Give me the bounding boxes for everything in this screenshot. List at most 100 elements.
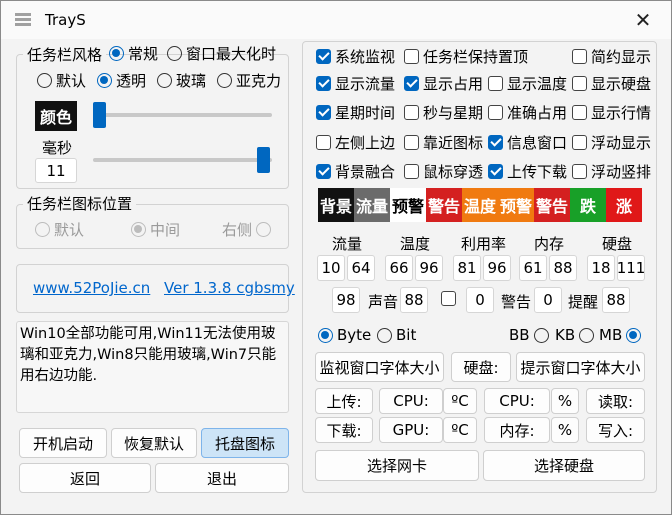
remind-label: 提醒	[568, 293, 599, 311]
exit-button[interactable]: 退出	[155, 463, 289, 493]
header-usage: 利用率	[461, 235, 507, 253]
unit-bb-radio[interactable]: BB	[509, 326, 549, 344]
temp-low-input[interactable]: 66	[385, 255, 413, 281]
unit-byte-radio[interactable]: Byte	[318, 326, 371, 344]
select-disk-button[interactable]: 选择硬盘	[483, 450, 645, 481]
color-fall[interactable]: 跌	[570, 188, 606, 222]
style-default-radio[interactable]: 默认	[37, 70, 86, 91]
color-rise[interactable]: 涨	[606, 188, 642, 222]
gpu-temp-label: GPU:	[379, 417, 443, 443]
disk-font-button[interactable]: 硬盘:	[451, 352, 511, 382]
icon-center-radio[interactable]: 中间	[131, 219, 180, 240]
upload-stat: 上传:	[315, 388, 373, 414]
memory-usage-unit: %	[551, 417, 579, 443]
option-float-display[interactable]: 浮动显示	[572, 132, 651, 153]
memory-low-input[interactable]: 61	[519, 255, 547, 281]
ms-slider-thumb[interactable]	[257, 147, 270, 173]
color-slider[interactable]	[93, 113, 272, 117]
traffic-low-input[interactable]: 10	[317, 255, 345, 281]
usage-high-input[interactable]: 96	[483, 255, 511, 281]
cpu-usage-unit: %	[551, 388, 579, 414]
color-alert-2[interactable]: 警告	[534, 188, 570, 222]
color-temperature[interactable]: 温度	[462, 188, 498, 222]
ms-label: 毫秒	[42, 139, 73, 157]
main-window: TrayS ✕ 任务栏风格 常规 窗口最大化时 默认 透明 玻璃 亚克力 颜色 …	[0, 0, 672, 515]
unit-kb-radio[interactable]: KB	[555, 326, 595, 344]
icon-default-radio[interactable]: 默认	[35, 219, 84, 240]
option-near-icon[interactable]: 靠近图标	[404, 132, 483, 153]
ms-input[interactable]: 11	[35, 158, 77, 183]
info-textarea[interactable]: Win10全部功能可用,Win11无法使用玻璃和亚克力,Win8只能用玻璃,Wi…	[16, 321, 289, 413]
close-icon[interactable]: ✕	[629, 7, 657, 33]
unit-mb-radio[interactable]: MB	[599, 326, 642, 344]
gpu-temp-unit: ºC	[443, 417, 477, 443]
option-mouse-through[interactable]: 鼠标穿透	[404, 161, 483, 182]
window-title: TrayS	[45, 11, 86, 29]
style-transparent-radio[interactable]: 透明	[97, 70, 146, 91]
color-button[interactable]: 颜色	[35, 101, 77, 131]
site-link[interactable]: www.52PoJie.cn	[33, 279, 150, 297]
taskbar-style-title: 任务栏风格	[23, 44, 107, 65]
traffic-high-input[interactable]: 64	[347, 255, 375, 281]
color-slider-thumb[interactable]	[93, 102, 106, 128]
version-link[interactable]: Ver 1.3.8 cgbsmy	[164, 279, 295, 297]
option-system-monitor[interactable]: 系统监视	[316, 46, 395, 67]
mode-normal-radio[interactable]: 常规	[109, 43, 158, 64]
option-show-disk[interactable]: 显示硬盘	[572, 73, 651, 94]
style-glass-radio[interactable]: 玻璃	[157, 70, 206, 91]
warn-high-input[interactable]: 0	[534, 287, 562, 313]
download-stat: 下载:	[315, 417, 373, 443]
select-nic-button[interactable]: 选择网卡	[315, 450, 479, 481]
memory-high-input[interactable]: 88	[549, 255, 577, 281]
option-left-top[interactable]: 左侧上边	[316, 132, 395, 153]
sound-checkbox[interactable]	[441, 291, 456, 306]
color-warning-1[interactable]: 预警	[390, 188, 426, 222]
autostart-button[interactable]: 开机启动	[19, 428, 107, 458]
warn-low-input[interactable]: 0	[466, 287, 494, 313]
icon-position-title: 任务栏图标位置	[23, 193, 137, 214]
header-memory: 内存	[534, 235, 565, 253]
icon-right-radio[interactable]: 右侧	[222, 219, 272, 240]
option-background-blend[interactable]: 背景融合	[316, 161, 395, 182]
disk-high-input[interactable]: 111	[617, 255, 645, 281]
option-float-vertical[interactable]: 浮动竖排	[572, 161, 651, 182]
cpu-temp-unit: ºC	[443, 388, 477, 414]
option-accurate-usage[interactable]: 准确占用	[488, 102, 567, 123]
option-weekday-time[interactable]: 星期时间	[316, 102, 395, 123]
option-show-temp[interactable]: 显示温度	[488, 73, 567, 94]
option-info-window[interactable]: 信息窗口	[488, 132, 567, 153]
monitor-font-button[interactable]: 监视窗口字体大小	[315, 352, 444, 382]
sound-input[interactable]: 88	[400, 287, 428, 313]
ms-slider[interactable]	[93, 158, 272, 162]
unit-bit-radio[interactable]: Bit	[377, 326, 416, 344]
mode-maximized-radio[interactable]: 窗口最大化时	[167, 43, 276, 64]
disk-write-stat: 写入:	[586, 417, 645, 443]
header-temp: 温度	[400, 235, 431, 253]
style-acrylic-radio[interactable]: 亚克力	[217, 70, 281, 91]
disk-low-input[interactable]: 18	[587, 255, 615, 281]
header-disk: 硬盘	[602, 235, 633, 253]
title-bar: TrayS ✕	[1, 1, 671, 39]
header-traffic: 流量	[332, 235, 363, 253]
color-background[interactable]: 背景	[318, 188, 354, 222]
threshold-input-98[interactable]: 98	[332, 287, 360, 313]
option-show-market[interactable]: 显示行情	[572, 102, 651, 123]
option-keep-on-top[interactable]: 任务栏保持置顶	[404, 46, 528, 67]
tip-font-button[interactable]: 提示窗口字体大小	[516, 352, 645, 382]
option-simple-display[interactable]: 简约显示	[572, 46, 651, 67]
temp-high-input[interactable]: 96	[415, 255, 443, 281]
back-button[interactable]: 返回	[19, 463, 151, 493]
color-warning-2[interactable]: 预警	[498, 188, 534, 222]
remind-input[interactable]: 88	[602, 287, 630, 313]
option-show-usage[interactable]: 显示占用	[404, 73, 483, 94]
cpu-usage-label: CPU:	[484, 388, 550, 414]
color-traffic[interactable]: 流量	[354, 188, 390, 222]
option-seconds-weekday[interactable]: 秒与星期	[404, 102, 483, 123]
tray-icon-button[interactable]: 托盘图标	[201, 428, 289, 458]
color-alert-1[interactable]: 警告	[426, 188, 462, 222]
option-show-traffic[interactable]: 显示流量	[316, 73, 395, 94]
restore-default-button[interactable]: 恢复默认	[111, 428, 197, 458]
memory-usage-label: 内存:	[484, 417, 550, 443]
option-upload-download[interactable]: 上传下载	[488, 161, 567, 182]
usage-low-input[interactable]: 81	[453, 255, 481, 281]
